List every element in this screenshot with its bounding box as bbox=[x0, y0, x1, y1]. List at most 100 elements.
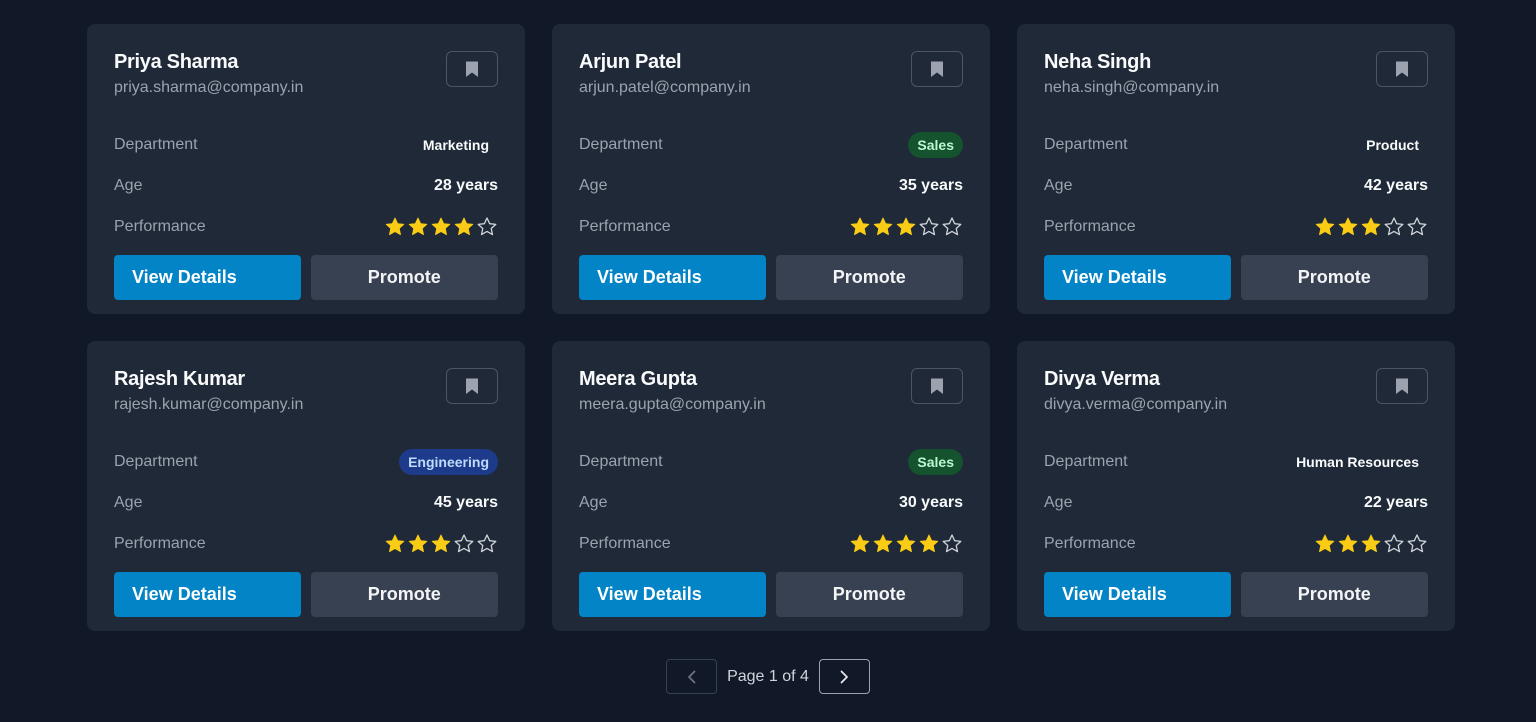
department-badge: Sales bbox=[908, 131, 963, 158]
star-filled-icon bbox=[454, 217, 474, 235]
age-value: 35 years bbox=[898, 176, 963, 194]
promote-button[interactable]: Promote bbox=[775, 255, 963, 300]
department-label: Department bbox=[114, 135, 198, 153]
department-row: Department Sales bbox=[579, 441, 963, 482]
employee-card: Neha Singh neha.singh@company.in Departm… bbox=[1017, 24, 1455, 314]
performance-rating bbox=[1314, 216, 1428, 238]
bookmark-icon bbox=[466, 378, 478, 394]
performance-label: Performance bbox=[579, 217, 671, 235]
star-filled-icon bbox=[408, 534, 428, 552]
performance-row: Performance bbox=[114, 206, 498, 247]
star-empty-icon bbox=[1407, 216, 1427, 235]
department-row: Department Product bbox=[1044, 124, 1428, 165]
department-label: Department bbox=[579, 452, 663, 470]
department-row: Department Marketing bbox=[114, 124, 498, 165]
department-row: Department Sales bbox=[579, 124, 963, 165]
department-badge: Product bbox=[1366, 136, 1419, 153]
age-value: 45 years bbox=[433, 493, 498, 511]
star-filled-icon bbox=[850, 534, 870, 552]
bookmark-button[interactable] bbox=[1376, 51, 1428, 87]
star-filled-icon bbox=[1338, 217, 1358, 235]
promote-button[interactable]: Promote bbox=[310, 255, 498, 300]
page-indicator: Page 1 of 4 bbox=[727, 667, 809, 685]
star-empty-icon bbox=[942, 216, 962, 235]
performance-label: Performance bbox=[114, 217, 206, 235]
performance-rating bbox=[1314, 533, 1428, 555]
age-value: 42 years bbox=[1363, 176, 1428, 194]
star-filled-icon bbox=[408, 217, 428, 235]
department-label: Department bbox=[114, 452, 198, 470]
star-filled-icon bbox=[919, 534, 939, 552]
star-filled-icon bbox=[1361, 534, 1381, 552]
star-filled-icon bbox=[1338, 534, 1358, 552]
star-filled-icon bbox=[385, 534, 405, 552]
department-badge: Sales bbox=[908, 448, 963, 475]
star-filled-icon bbox=[1361, 217, 1381, 235]
promote-button[interactable]: Promote bbox=[310, 572, 498, 617]
age-value: 22 years bbox=[1363, 493, 1428, 511]
star-empty-icon bbox=[454, 533, 474, 552]
next-page-button[interactable] bbox=[818, 659, 870, 694]
bookmark-icon bbox=[1396, 61, 1408, 77]
previous-page-button[interactable] bbox=[666, 659, 718, 694]
age-value: 28 years bbox=[433, 176, 498, 194]
star-empty-icon bbox=[477, 533, 497, 552]
star-filled-icon bbox=[873, 534, 893, 552]
chevron-left-icon bbox=[687, 670, 695, 683]
age-label: Age bbox=[114, 176, 143, 194]
employee-name: Rajesh Kumar bbox=[114, 368, 245, 390]
department-label: Department bbox=[1044, 135, 1128, 153]
employee-name: Neha Singh bbox=[1044, 51, 1152, 73]
view-details-button[interactable]: View Details bbox=[1044, 255, 1231, 300]
star-filled-icon bbox=[850, 217, 870, 235]
star-filled-icon bbox=[873, 217, 893, 235]
department-label: Department bbox=[1044, 452, 1128, 470]
star-empty-icon bbox=[1384, 216, 1404, 235]
bookmark-button[interactable] bbox=[1376, 368, 1428, 404]
employee-name: Priya Sharma bbox=[114, 51, 239, 73]
performance-row: Performance bbox=[1044, 523, 1428, 564]
star-filled-icon bbox=[1315, 217, 1335, 235]
age-label: Age bbox=[114, 493, 143, 511]
performance-row: Performance bbox=[1044, 206, 1428, 247]
age-row: Age 45 years bbox=[114, 482, 498, 523]
star-empty-icon bbox=[919, 216, 939, 235]
pagination: Page 1 of 4 bbox=[0, 659, 1536, 694]
star-filled-icon bbox=[431, 534, 451, 552]
bookmark-button[interactable] bbox=[446, 51, 498, 87]
employee-card: Arjun Patel arjun.patel@company.in Depar… bbox=[552, 24, 990, 314]
age-label: Age bbox=[579, 493, 608, 511]
promote-button[interactable]: Promote bbox=[775, 572, 963, 617]
performance-rating bbox=[384, 216, 498, 238]
view-details-button[interactable]: View Details bbox=[579, 255, 766, 300]
employee-email: rajesh.kumar@company.in bbox=[114, 396, 304, 413]
bookmark-button[interactable] bbox=[911, 51, 963, 87]
view-details-button[interactable]: View Details bbox=[1044, 572, 1231, 617]
age-row: Age 28 years bbox=[114, 165, 498, 206]
department-row: Department Human Resources bbox=[1044, 441, 1428, 482]
view-details-button[interactable]: View Details bbox=[114, 255, 301, 300]
performance-row: Performance bbox=[579, 523, 963, 564]
star-filled-icon bbox=[896, 217, 916, 235]
bookmark-button[interactable] bbox=[446, 368, 498, 404]
promote-button[interactable]: Promote bbox=[1240, 572, 1428, 617]
employee-email: priya.sharma@company.in bbox=[114, 79, 304, 96]
promote-button[interactable]: Promote bbox=[1240, 255, 1428, 300]
star-empty-icon bbox=[942, 533, 962, 552]
department-row: Department Engineering bbox=[114, 441, 498, 482]
employee-name: Meera Gupta bbox=[579, 368, 697, 390]
employee-card: Rajesh Kumar rajesh.kumar@company.in Dep… bbox=[87, 341, 525, 631]
bookmark-icon bbox=[1396, 378, 1408, 394]
star-filled-icon bbox=[896, 534, 916, 552]
view-details-button[interactable]: View Details bbox=[579, 572, 766, 617]
performance-label: Performance bbox=[1044, 217, 1136, 235]
view-details-button[interactable]: View Details bbox=[114, 572, 301, 617]
employee-card: Meera Gupta meera.gupta@company.in Depar… bbox=[552, 341, 990, 631]
age-row: Age 30 years bbox=[579, 482, 963, 523]
employee-email: divya.verma@company.in bbox=[1044, 396, 1228, 413]
age-row: Age 35 years bbox=[579, 165, 963, 206]
department-badge: Engineering bbox=[399, 448, 498, 475]
bookmark-button[interactable] bbox=[911, 368, 963, 404]
bookmark-icon bbox=[931, 378, 943, 394]
chevron-right-icon bbox=[841, 670, 849, 683]
